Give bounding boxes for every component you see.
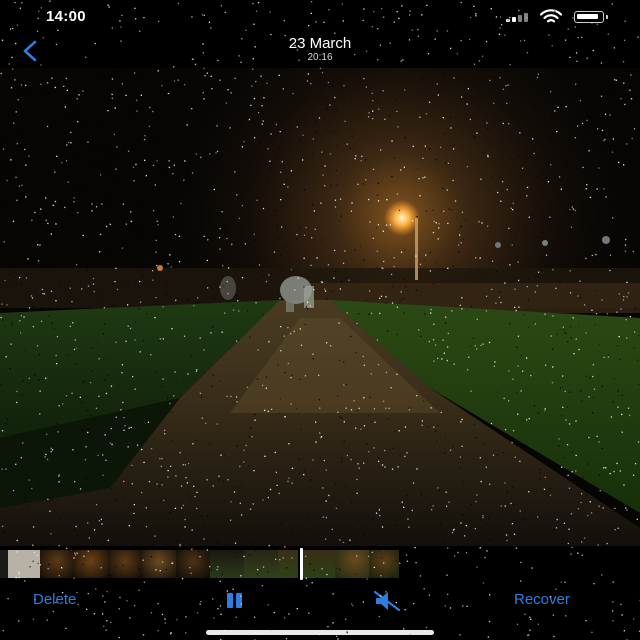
delete-button[interactable]: Delete <box>33 591 76 608</box>
video-frame-image <box>0 68 640 546</box>
page-title: 23 March <box>288 35 352 52</box>
home-indicator <box>206 630 434 635</box>
scrubber-playhead[interactable] <box>300 548 303 580</box>
pause-button[interactable] <box>224 590 246 610</box>
filmstrip-frame <box>142 550 176 578</box>
filmstrip-frame <box>40 550 74 578</box>
filmstrip-frame <box>301 550 335 578</box>
filmstrip-frame <box>210 550 244 578</box>
video-player[interactable] <box>0 68 640 546</box>
filmstrip-frame <box>244 550 278 578</box>
video-scrubber[interactable] <box>0 548 640 580</box>
nav-bar: 23 March 20:16 <box>0 34 640 68</box>
filmstrip-frame <box>108 550 142 578</box>
filmstrip-frame <box>278 550 298 578</box>
filmstrip-frame <box>176 550 210 578</box>
status-time: 14:00 <box>46 8 86 25</box>
bottom-toolbar: Delete Recover <box>0 584 640 618</box>
wifi-icon <box>540 9 562 23</box>
status-bar: 14:00 <box>0 0 640 34</box>
page-subtitle: 20:16 <box>307 52 333 63</box>
speaker-muted-icon <box>373 590 401 612</box>
pause-icon <box>227 593 242 608</box>
cellular-signal-icon <box>506 12 534 22</box>
filmstrip-frame <box>74 550 108 578</box>
mute-button[interactable] <box>372 589 402 613</box>
recover-button[interactable]: Recover <box>514 591 570 608</box>
filmstrip-frame <box>335 550 369 578</box>
battery-icon <box>574 11 608 23</box>
filmstrip-frame <box>369 550 399 578</box>
filmstrip-frame <box>0 550 40 578</box>
